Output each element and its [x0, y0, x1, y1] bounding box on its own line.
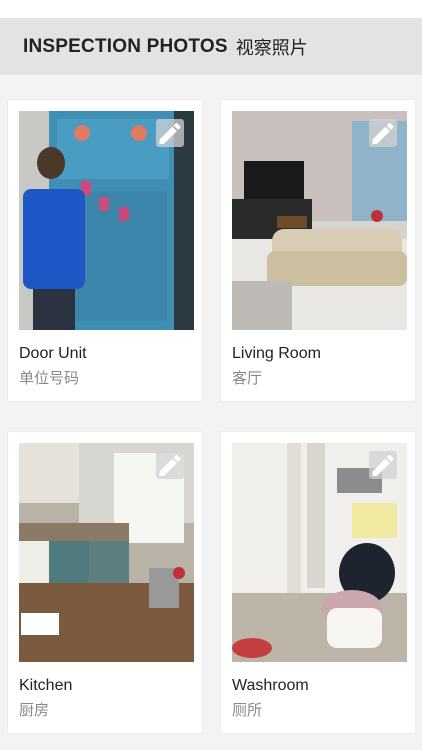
photo-sublabel: 客厅 [232, 370, 263, 387]
photo-card-living-room[interactable]: Living Room 客厅 [220, 99, 416, 402]
photo-sublabel: 单位号码 [19, 370, 80, 387]
photo-card-kitchen[interactable]: Kitchen 厨房 [7, 431, 203, 734]
page-header: INSPECTION PHOTOS 视察照片 [0, 18, 422, 75]
photo-label: Living Room [232, 345, 321, 362]
edit-photo-button[interactable] [156, 451, 184, 479]
edit-photo-button[interactable] [369, 119, 397, 147]
photo-label: Washroom [232, 677, 309, 694]
pencil-icon [372, 122, 394, 144]
photo-label: Door Unit [19, 345, 87, 362]
page-subtitle: 视察照片 [235, 37, 308, 58]
photo-sublabel: 厕所 [232, 702, 263, 719]
photo-sublabel: 厨房 [19, 702, 50, 719]
photo-card-washroom[interactable]: Washroom 厕所 [220, 431, 416, 734]
photo-door-unit[interactable] [19, 111, 194, 330]
top-spacer [0, 0, 422, 18]
pencil-icon [372, 454, 394, 476]
edit-photo-button[interactable] [156, 119, 184, 147]
photo-living-room[interactable] [232, 111, 407, 330]
page-title: INSPECTION PHOTOS [23, 35, 228, 57]
photo-card-door-unit[interactable]: Door Unit 单位号码 [7, 99, 203, 402]
pencil-icon [159, 122, 181, 144]
photo-kitchen[interactable] [19, 443, 194, 662]
edit-photo-button[interactable] [369, 451, 397, 479]
photo-washroom[interactable] [232, 443, 407, 662]
pencil-icon [159, 454, 181, 476]
photo-label: Kitchen [19, 677, 73, 694]
